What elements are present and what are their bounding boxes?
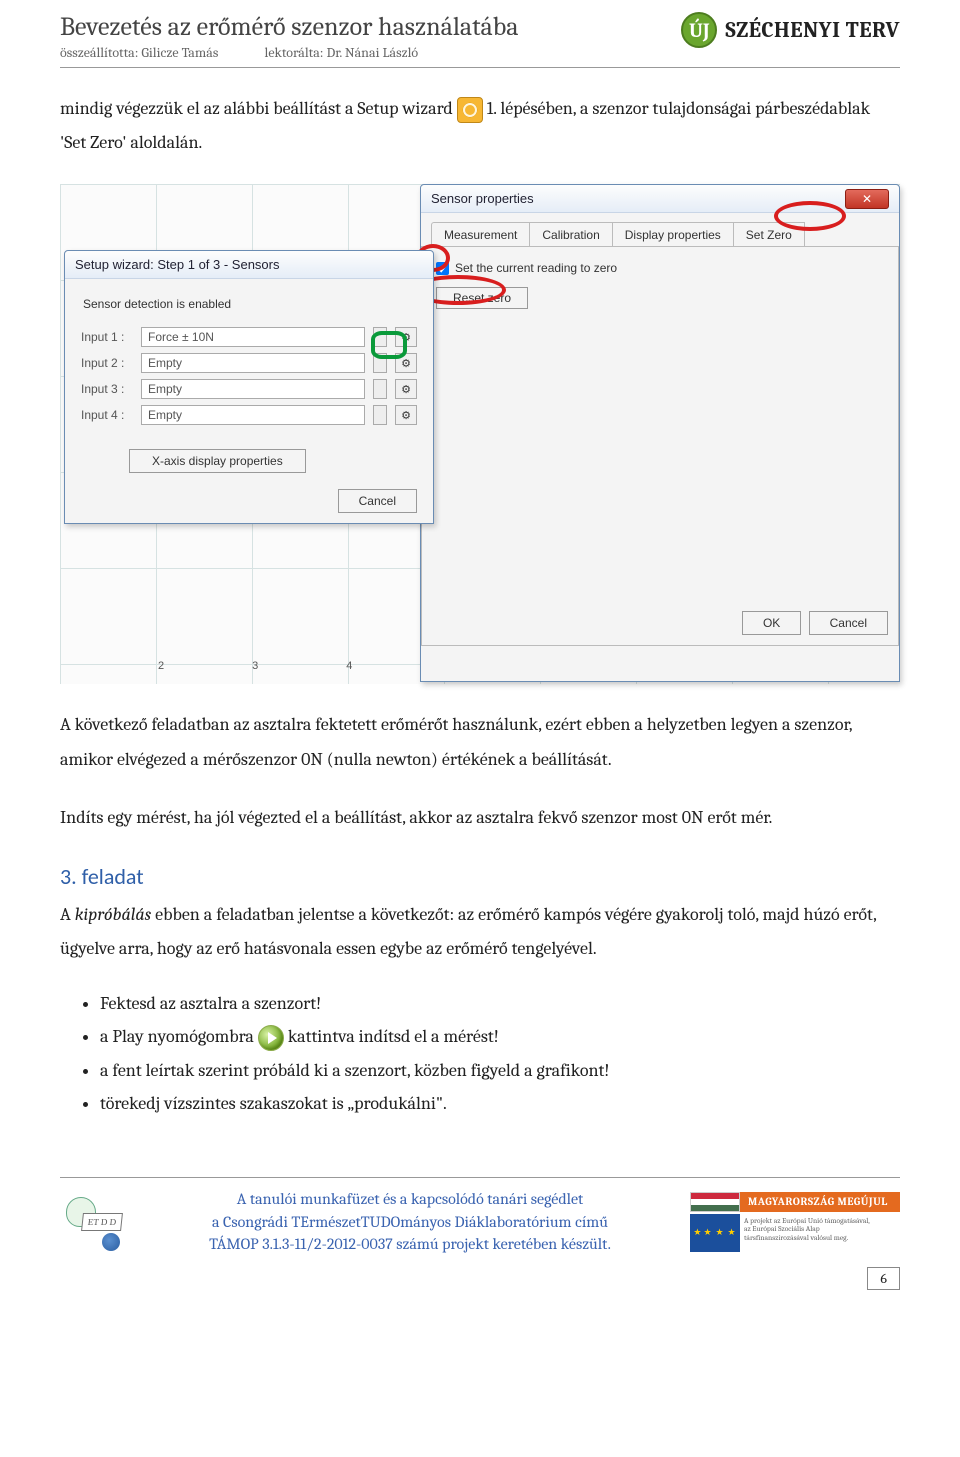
- ruler-tick: 2: [158, 660, 164, 680]
- setup-wizard-window: Setup wizard: Step 1 of 3 - Sensors Sens…: [64, 250, 434, 524]
- bullet-2: a Play nyomógombra kattintva indítsd el …: [100, 1023, 900, 1051]
- task-bullet-list: Fektesd az asztalra a szenzort! a Play n…: [100, 990, 900, 1117]
- input-3-dropdown[interactable]: [373, 379, 387, 399]
- sensor-properties-window: Sensor properties ✕ Measurement Calibrat…: [420, 184, 900, 682]
- reviewer-label: lektorálta: Dr. Nánai László: [265, 44, 419, 61]
- szechenyi-text: SZÉCHENYI TERV: [725, 17, 900, 43]
- bullet-3: a fent leírtak szerint próbáld ki a szen…: [100, 1057, 900, 1084]
- tab-display-properties[interactable]: Display properties: [612, 222, 734, 247]
- input-3-row: Input 3 : Empty ⚙: [81, 379, 417, 399]
- xaxis-properties-button[interactable]: X-axis display properties: [129, 449, 306, 473]
- highlight-input1-settings: [371, 331, 407, 359]
- globe-icon: [102, 1233, 120, 1251]
- setup-wizard-body: Sensor detection is enabled Input 1 : Fo…: [65, 279, 433, 523]
- play-icon: [258, 1025, 284, 1051]
- set-zero-checkbox-label: Set the current reading to zero: [455, 261, 617, 275]
- hungary-flag-icon: [690, 1192, 740, 1212]
- footer-line-3: TÁMOP 3.1.3-11/2-2012-0037 számú projekt…: [144, 1233, 676, 1255]
- ruler-tick: 4: [346, 660, 352, 680]
- dialog-buttons: OK Cancel: [738, 611, 888, 635]
- footer-text: A tanulói munkafüzet és a kapcsolódó tan…: [144, 1188, 676, 1255]
- input-2-row: Input 2 : Empty ⚙: [81, 353, 417, 373]
- cancel-button[interactable]: Cancel: [809, 611, 888, 635]
- paragraph-4: A kipróbálás ebben a feladatban jelentse…: [60, 898, 900, 966]
- close-icon: ✕: [862, 192, 872, 206]
- megujul-banner: MAGYARORSZÁG MEGÚJUL: [740, 1192, 900, 1212]
- input-1-field[interactable]: Force ± 10N: [141, 327, 365, 347]
- gear-icon: [457, 97, 483, 123]
- intro-paragraph: mindig végezzük el az alábbi beállítást …: [60, 92, 900, 160]
- input-4-row: Input 4 : Empty ⚙: [81, 405, 417, 425]
- bullet-2-post: kattintva indítsd el a mérést!: [288, 1026, 499, 1047]
- bullet-1: Fektesd az asztalra a szenzort!: [100, 990, 900, 1017]
- uj-badge-icon: ÚJ: [681, 12, 717, 48]
- eu-funding-text: A projekt az Európai Unió támogatásával,…: [740, 1214, 900, 1252]
- paragraph-2: A következő feladatban az asztalra fekte…: [60, 708, 900, 776]
- detection-enabled-text: Sensor detection is enabled: [83, 297, 417, 311]
- input-4-dropdown[interactable]: [373, 405, 387, 425]
- footer-line-2: a Csongrádi TErmészetTUDOmányos Diáklabo…: [144, 1211, 676, 1233]
- intro-text-a: mindig végezzük el az alábbi beállítást …: [60, 98, 457, 119]
- input-4-field[interactable]: Empty: [141, 405, 365, 425]
- szechenyi-logo: ÚJ SZÉCHENYI TERV: [681, 12, 900, 48]
- task-3-heading: 3. feladat: [60, 863, 900, 890]
- input-4-label: Input 4 :: [81, 408, 133, 422]
- input-2-label: Input 2 :: [81, 356, 133, 370]
- setup-wizard-buttons: Cancel: [81, 489, 417, 513]
- page-number-container: 6: [60, 1267, 900, 1290]
- para4-b: ebben a feladatban jelentse a következőt…: [60, 904, 876, 959]
- input-1-label: Input 1 :: [81, 330, 133, 344]
- sensor-properties-title: Sensor properties: [431, 191, 534, 206]
- para4-em: kipróbálás: [75, 904, 151, 925]
- wizard-cancel-button[interactable]: Cancel: [338, 489, 417, 513]
- sign-icon: ET D D: [81, 1213, 123, 1231]
- input-3-label: Input 3 :: [81, 382, 133, 396]
- set-zero-checkbox-row: Set the current reading to zero: [436, 261, 884, 275]
- input-2-field[interactable]: Empty: [141, 353, 365, 373]
- input-3-field[interactable]: Empty: [141, 379, 365, 399]
- tab-measurement[interactable]: Measurement: [431, 222, 530, 247]
- paragraph-3: Indíts egy mérést, ha jól végezted el a …: [60, 801, 900, 835]
- close-button[interactable]: ✕: [845, 189, 889, 209]
- setup-wizard-titlebar[interactable]: Setup wizard: Step 1 of 3 - Sensors: [65, 251, 433, 279]
- document-footer: ET D D A tanulói munkafüzet és a kapcsol…: [60, 1177, 900, 1261]
- tab-calibration[interactable]: Calibration: [529, 222, 612, 247]
- eu-line-3: társfinanszírozásával valósul meg.: [744, 1234, 896, 1243]
- eu-funding-block: MAGYARORSZÁG MEGÚJUL ★ ★ ★ A projekt az …: [690, 1192, 900, 1252]
- document-header: Bevezetés az erőmérő szenzor használatáb…: [60, 0, 900, 68]
- input-3-settings-button[interactable]: ⚙: [395, 379, 417, 399]
- embedded-screenshot: 2 3 4 5 6 Sensor properties ✕ Measuremen…: [60, 184, 900, 684]
- page-number: 6: [867, 1267, 900, 1290]
- bullet-2-pre: a Play nyomógombra: [100, 1026, 258, 1047]
- set-zero-panel: Set the current reading to zero Reset ze…: [421, 246, 899, 646]
- ruler-tick: 3: [252, 660, 258, 680]
- input-4-settings-button[interactable]: ⚙: [395, 405, 417, 425]
- ok-button[interactable]: OK: [742, 611, 801, 635]
- para4-a: A: [60, 904, 75, 925]
- bullet-4: törekedj vízszintes szakaszokat is „prod…: [100, 1090, 900, 1117]
- footer-project-logo: ET D D: [60, 1193, 130, 1251]
- document-title: Bevezetés az erőmérő szenzor használatáb…: [60, 12, 681, 42]
- eu-flag-icon: ★ ★ ★: [690, 1214, 740, 1252]
- input-1-row: Input 1 : Force ± 10N ⚙: [81, 327, 417, 347]
- document-subtitle: összeállította: Gilicze Tamás lektorálta…: [60, 44, 681, 61]
- setup-wizard-title: Setup wizard: Step 1 of 3 - Sensors: [75, 257, 280, 272]
- author-label: összeállította: Gilicze Tamás: [60, 44, 218, 61]
- footer-line-1: A tanulói munkafüzet és a kapcsolódó tan…: [144, 1188, 676, 1210]
